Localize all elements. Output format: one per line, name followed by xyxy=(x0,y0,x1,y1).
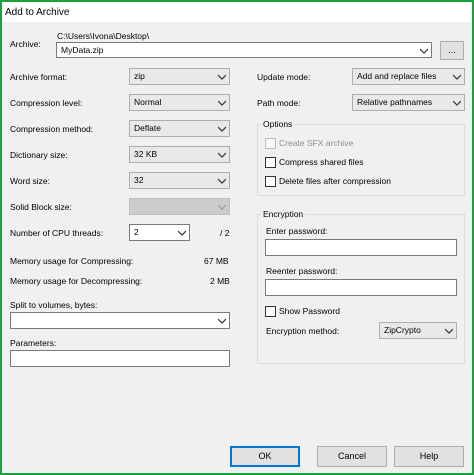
window-title: Add to Archive xyxy=(5,6,70,18)
compression-level-label: Compression level: xyxy=(10,98,83,108)
compression-method-label: Compression method: xyxy=(10,124,94,134)
cancel-button[interactable]: Cancel xyxy=(317,446,387,467)
archive-format-select[interactable]: zip xyxy=(129,68,230,85)
dictionary-size-select[interactable]: 32 KB xyxy=(129,146,230,163)
chevron-down-icon xyxy=(218,318,226,324)
solid-block-size-label: Solid Block size: xyxy=(10,202,72,212)
chevron-down-icon xyxy=(218,178,226,184)
parameters-input[interactable] xyxy=(10,350,230,367)
reenter-password-input[interactable] xyxy=(265,279,457,296)
solid-block-size-select xyxy=(129,198,230,215)
enter-password-input[interactable] xyxy=(265,239,457,256)
split-volumes-combo[interactable] xyxy=(10,312,230,329)
chevron-down-icon xyxy=(218,100,226,106)
update-mode-value: Add and replace files xyxy=(357,71,437,81)
encryption-method-value: ZipCrypto xyxy=(384,325,421,335)
cpu-threads-value: 2 xyxy=(134,227,139,237)
cpu-threads-select[interactable]: 2 xyxy=(129,224,190,241)
parameters-label: Parameters: xyxy=(10,338,57,348)
show-password-checkbox[interactable] xyxy=(265,306,276,317)
compression-method-select[interactable]: Deflate xyxy=(129,120,230,137)
enter-password-label: Enter password: xyxy=(266,226,328,236)
options-group-title: Options xyxy=(261,119,295,129)
title-bar: Add to Archive xyxy=(2,2,472,22)
path-mode-value: Relative pathnames xyxy=(357,97,433,107)
archive-path: C:\Users\Ivona\Desktop\ xyxy=(57,31,150,41)
word-size-label: Word size: xyxy=(10,176,50,186)
chevron-down-icon xyxy=(218,204,226,210)
chevron-down-icon xyxy=(178,230,186,236)
create-sfx-checkbox xyxy=(265,138,276,149)
reenter-password-label: Reenter password: xyxy=(266,266,338,276)
archive-label: Archive: xyxy=(10,39,41,49)
update-mode-label: Update mode: xyxy=(257,72,311,82)
memory-decompress-value: 2 MB xyxy=(210,276,230,286)
archive-name-value: MyData.zip xyxy=(61,45,104,55)
help-button[interactable]: Help xyxy=(394,446,464,467)
word-size-value: 32 xyxy=(134,175,144,185)
browse-button[interactable]: ... xyxy=(440,41,464,60)
path-mode-label: Path mode: xyxy=(257,98,301,108)
dictionary-size-label: Dictionary size: xyxy=(10,150,68,160)
encryption-group-title: Encryption xyxy=(261,209,306,219)
chevron-down-icon xyxy=(218,74,226,80)
compression-level-value: Normal xyxy=(134,97,162,107)
path-mode-select[interactable]: Relative pathnames xyxy=(352,94,465,111)
cpu-threads-label: Number of CPU threads: xyxy=(10,228,104,238)
delete-after-checkbox[interactable] xyxy=(265,176,276,187)
chevron-down-icon xyxy=(218,152,226,158)
chevron-down-icon xyxy=(420,48,428,54)
chevron-down-icon xyxy=(445,328,453,334)
chevron-down-icon xyxy=(453,74,461,80)
archive-format-label: Archive format: xyxy=(10,72,68,82)
show-password-label: Show Password xyxy=(279,306,340,316)
compression-level-select[interactable]: Normal xyxy=(129,94,230,111)
dictionary-size-value: 32 KB xyxy=(134,149,158,159)
memory-compress-value: 67 MB xyxy=(204,256,229,266)
compress-shared-label: Compress shared files xyxy=(279,157,364,167)
compression-method-value: Deflate xyxy=(134,123,161,133)
encryption-method-label: Encryption method: xyxy=(266,326,340,336)
archive-format-value: zip xyxy=(134,71,145,81)
memory-compress-label: Memory usage for Compressing: xyxy=(10,256,134,266)
split-volumes-label: Split to volumes, bytes: xyxy=(10,300,98,310)
chevron-down-icon xyxy=(218,126,226,132)
compress-shared-checkbox[interactable] xyxy=(265,157,276,168)
encryption-method-select[interactable]: ZipCrypto xyxy=(379,322,457,339)
delete-after-label: Delete files after compression xyxy=(279,176,391,186)
cpu-threads-max: / 2 xyxy=(220,228,230,238)
memory-decompress-label: Memory usage for Decompressing: xyxy=(10,276,143,286)
archive-name-combo[interactable]: MyData.zip xyxy=(56,42,432,58)
chevron-down-icon xyxy=(453,100,461,106)
word-size-select[interactable]: 32 xyxy=(129,172,230,189)
ok-button[interactable]: OK xyxy=(230,446,300,467)
add-to-archive-dialog: Add to Archive Archive: C:\Users\Ivona\D… xyxy=(0,0,474,475)
update-mode-select[interactable]: Add and replace files xyxy=(352,68,465,85)
create-sfx-label: Create SFX archive xyxy=(279,138,354,148)
